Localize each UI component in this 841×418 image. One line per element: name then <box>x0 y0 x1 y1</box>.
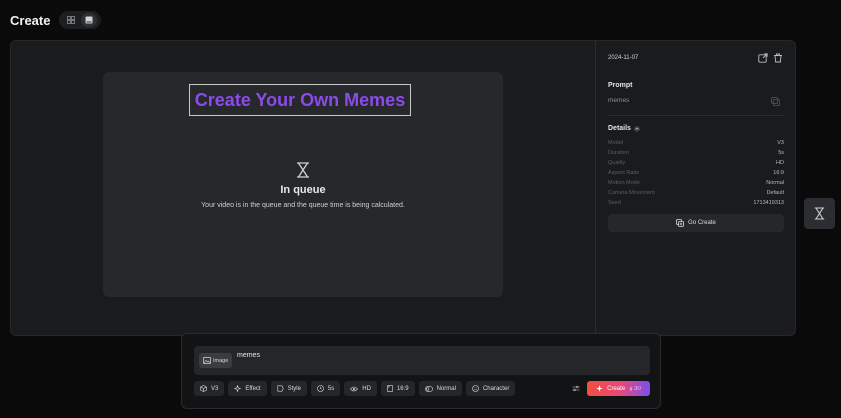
quality-label: HD <box>362 385 371 392</box>
go-create-button[interactable]: Go Create <box>608 214 784 232</box>
main-panel: Create Your Own Memes In queue Your vide… <box>10 40 796 336</box>
details-list: Model V3 Duration 5s Quality HD Aspect Rati… <box>608 138 784 208</box>
detail-key: Camera Movement <box>608 190 655 196</box>
meme-title-box: Create Your Own Memes <box>189 84 411 116</box>
detail-row-quality: Quality HD <box>608 158 784 168</box>
detail-row-model: Model V3 <box>608 138 784 148</box>
eye-icon <box>350 386 359 391</box>
create-label: Create <box>607 385 626 392</box>
detail-value: Normal <box>766 180 784 186</box>
duration-button[interactable]: 5s <box>310 381 341 396</box>
smiley-icon <box>472 385 479 392</box>
style-icon <box>277 385 284 392</box>
trash-icon[interactable] <box>773 53 783 63</box>
character-label: Character <box>482 385 510 392</box>
view-toggle <box>59 11 102 29</box>
detail-value: V3 <box>777 140 784 146</box>
detail-key: Duration <box>608 150 629 156</box>
creation-date: 2024-11-07 <box>608 55 639 61</box>
queue-indicator-button[interactable] <box>804 198 835 229</box>
image-icon <box>203 357 211 364</box>
video-preview: Create Your Own Memes In queue Your vide… <box>103 72 503 297</box>
detail-row-camera-movement: Camera Movement Default <box>608 188 784 198</box>
detail-key: Model <box>608 140 623 146</box>
grid-icon <box>67 16 76 24</box>
sparkle-icon <box>596 385 603 392</box>
image-upload-button[interactable]: Image <box>199 353 233 368</box>
meme-title: Create Your Own Memes <box>194 89 406 110</box>
motion-icon <box>424 385 433 392</box>
new-creation-icon <box>676 219 685 227</box>
credits-badge: 30 <box>629 386 641 392</box>
detail-value: 5s <box>778 150 784 156</box>
effect-button[interactable]: Effect <box>228 381 267 396</box>
model-label: V3 <box>211 385 219 392</box>
copy-icon[interactable] <box>771 97 780 106</box>
aspect-ratio-icon <box>387 385 393 392</box>
chevron-up-icon <box>633 125 640 132</box>
details-label: Details <box>608 125 631 132</box>
page: Create Create Your Own Memes In queue Yo… <box>0 0 841 418</box>
single-view-button[interactable] <box>81 13 98 27</box>
detail-row-duration: Duration 5s <box>608 148 784 158</box>
style-label: Style <box>287 385 301 392</box>
motion-mode-label: Normal <box>436 385 456 392</box>
go-create-label: Go Create <box>688 220 716 226</box>
prompt-text: memes <box>608 97 630 104</box>
detail-key: Seed <box>608 200 621 206</box>
detail-value: 1713419313 <box>753 200 784 206</box>
duration-label: 5s <box>327 385 335 392</box>
sparkle-icon <box>234 385 242 392</box>
hourglass-icon <box>814 207 825 220</box>
share-icon[interactable] <box>758 53 768 63</box>
divider <box>608 115 784 116</box>
model-button[interactable]: V3 <box>194 381 225 396</box>
grid-view-button[interactable] <box>63 13 79 27</box>
page-title: Create <box>10 12 51 28</box>
credits-value: 30 <box>634 385 641 392</box>
detail-row-seed: Seed 1713419313 <box>608 198 784 208</box>
status-title: In queue <box>280 184 326 196</box>
lightning-icon <box>629 385 633 392</box>
hourglass-icon <box>297 162 309 178</box>
prompt-input[interactable]: Image memes <box>194 346 650 375</box>
image-chip-label: Image <box>213 357 229 364</box>
quality-button[interactable]: HD <box>344 381 377 396</box>
style-button[interactable]: Style <box>270 381 307 396</box>
composer: Image memes V3 Effect Style 5s HD 16:9 N… <box>181 333 661 409</box>
character-button[interactable]: Character <box>465 381 516 396</box>
effect-label: Effect <box>245 385 261 392</box>
single-view-icon <box>85 16 93 24</box>
composer-toolbar: V3 Effect Style 5s HD 16:9 Normal Charac… <box>194 381 516 396</box>
prompt-label: Prompt <box>608 82 633 89</box>
motion-mode-button[interactable]: Normal <box>418 381 462 396</box>
detail-value: HD <box>776 160 784 166</box>
details-toggle[interactable]: Details <box>608 125 640 132</box>
aspect-ratio-label: 16:9 <box>396 385 409 392</box>
cube-icon <box>200 385 207 392</box>
sliders-icon <box>572 385 579 392</box>
detail-key: Motion Mode <box>608 180 640 186</box>
detail-row-motion-mode: Motion Mode Normal <box>608 178 784 188</box>
status-description: Your video is in the queue and the queue… <box>201 202 405 209</box>
detail-key: Aspect Ratio <box>608 170 640 176</box>
detail-key: Quality <box>608 160 626 166</box>
aspect-ratio-button[interactable]: 16:9 <box>380 381 415 396</box>
details-panel: 2024-11-07 Prompt memes Details Model V3 … <box>595 41 795 335</box>
prompt-value: memes <box>237 352 260 359</box>
settings-button[interactable] <box>568 381 583 396</box>
create-button[interactable]: Create 30 <box>587 381 650 396</box>
clock-icon <box>317 385 324 392</box>
detail-value: Default <box>766 190 784 196</box>
detail-value: 16:9 <box>773 170 784 176</box>
header: Create <box>10 10 102 30</box>
detail-row-aspect-ratio: Aspect Ratio 16:9 <box>608 168 784 178</box>
